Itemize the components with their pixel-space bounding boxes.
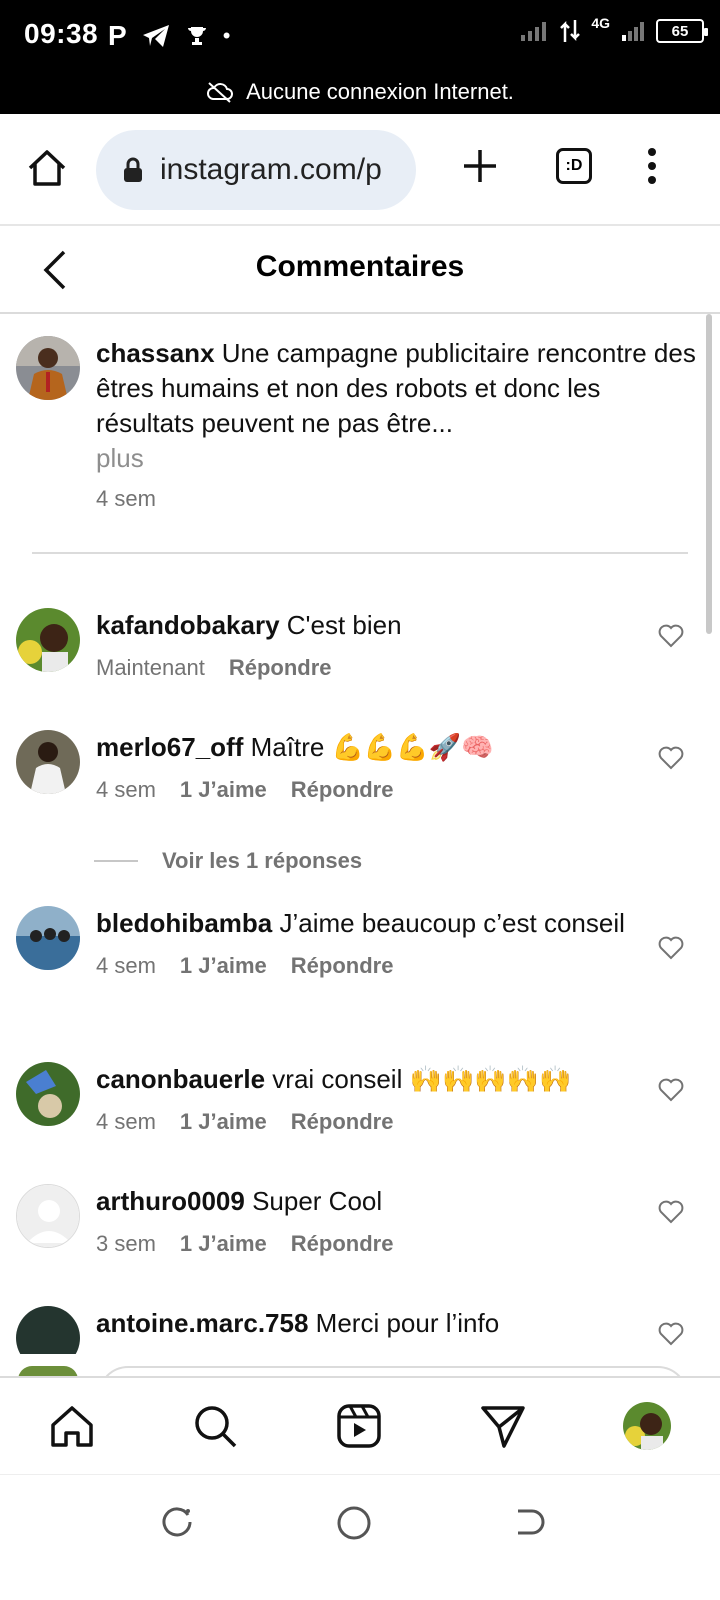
likes-count[interactable]: 1 J’aime [180,777,267,803]
comment-time: 4 sem [96,777,156,802]
avatar[interactable] [16,1062,80,1126]
likes-count[interactable]: 1 J’aime [180,1109,267,1135]
heart-icon[interactable] [658,1078,684,1102]
comment-username[interactable]: antoine.marc.758 [96,1308,308,1338]
comment-time: 3 sem [96,1231,156,1256]
data-transfer-icon [560,20,581,42]
avatar[interactable] [16,730,80,794]
comment-text: Maître 💪💪💪🚀🧠 [250,732,494,762]
offline-text: Aucune connexion Internet. [246,79,514,104]
clock: 09:38 [24,18,99,49]
comment-item: antoine.marc.758 Merci pour l’info [16,1306,706,1354]
comment-username[interactable]: arthuro0009 [96,1186,245,1216]
browser-toolbar: instagram.com/p :D [0,114,720,226]
reply-button[interactable]: Répondre [291,953,394,979]
comments-list[interactable]: chassanx Une campagne publicitaire renco… [0,314,720,1354]
status-bar: 09:38 P • 4G 65 [0,0,720,70]
profile-avatar[interactable] [623,1402,672,1450]
avatar[interactable] [16,906,80,970]
home-icon[interactable] [26,148,68,188]
comment-item: merlo67_off Maître 💪💪💪🚀🧠 4 sem 1 J’aime … [16,730,706,803]
more-vert-icon[interactable] [646,146,658,186]
scrollbar[interactable] [706,314,712,634]
back-button-icon[interactable] [512,1505,546,1544]
page-title: Commentaires [255,250,465,283]
network-label: 4G [591,15,610,31]
system-nav [0,1474,720,1600]
comment-time: 4 sem [96,1109,156,1134]
comment-text: vrai conseil 🙌🙌🙌🙌🙌 [272,1064,572,1094]
heart-icon[interactable] [658,1200,684,1224]
comment-text: C'est bien [286,610,402,640]
signal-icon [521,22,547,41]
heart-icon[interactable] [658,624,684,648]
heart-icon[interactable] [658,1322,684,1346]
dot-icon: • [222,23,231,48]
avatar[interactable] [16,1184,80,1248]
comment-item: canonbauerle vrai conseil 🙌🙌🙌🙌🙌 4 sem 1 … [16,1062,706,1135]
reels-icon[interactable] [336,1403,382,1449]
bottom-nav [0,1376,720,1474]
avatar[interactable] [16,608,80,672]
url-bar[interactable]: instagram.com/p [96,130,416,210]
battery-icon: 65 [656,19,708,43]
direct-message-icon[interactable] [480,1403,526,1449]
caption-time: 4 sem [96,486,156,511]
trophy-icon [187,27,206,45]
comment-text: Super Cool [252,1186,383,1216]
comments-header: Commentaires [0,226,720,314]
new-tab-icon[interactable] [460,146,500,186]
comment-time: 4 sem [96,953,156,978]
heart-icon[interactable] [658,936,684,960]
comment-username[interactable]: bledohibamba [96,908,272,938]
offline-banner: Aucune connexion Internet. [0,70,720,114]
comment-item: arthuro0009 Super Cool 3 sem 1 J’aime Ré… [16,1184,706,1257]
comment-item: bledohibamba J’aime beaucoup c’est conse… [16,906,706,979]
p-app-icon: P [108,20,127,51]
search-icon[interactable] [192,1403,238,1449]
lock-icon [124,157,142,182]
cloud-off-icon [207,82,233,103]
home-button-icon[interactable] [336,1505,372,1546]
avatar[interactable] [16,336,80,400]
replies-line [94,860,138,862]
avatar[interactable] [16,1306,80,1354]
tabs-button[interactable]: :D [556,148,592,184]
comment-text: J’aime beaucoup c’est conseil [279,908,625,938]
comment-username[interactable]: canonbauerle [96,1064,265,1094]
likes-count[interactable]: 1 J’aime [180,953,267,979]
comment-text: Merci pour l’info [315,1308,500,1338]
home-icon[interactable] [49,1403,95,1449]
url-text: instagram.com/p [160,153,382,186]
reply-button[interactable]: Répondre [291,777,394,803]
divider [32,552,688,554]
view-replies-label: Voir les 1 réponses [162,848,363,873]
heart-icon[interactable] [658,746,684,770]
more-link[interactable]: plus [96,441,696,476]
signal-2-icon [622,22,644,41]
comment-item: kafandobakary C'est bien Maintenant Répo… [16,608,706,681]
comment-username[interactable]: kafandobakary [96,610,280,640]
view-replies-button[interactable]: Voir les 1 réponses [94,848,362,874]
telegram-icon [142,25,169,47]
comment-username[interactable]: merlo67_off [96,732,243,762]
recents-icon[interactable] [160,1505,194,1544]
reply-button[interactable]: Répondre [291,1109,394,1135]
caption-username[interactable]: chassanx [96,338,215,368]
post-caption: chassanx Une campagne publicitaire renco… [16,336,696,512]
reply-button[interactable]: Répondre [229,655,332,681]
comment-time: Maintenant [96,655,205,680]
likes-count[interactable]: 1 J’aime [180,1231,267,1257]
reply-button[interactable]: Répondre [291,1231,394,1257]
